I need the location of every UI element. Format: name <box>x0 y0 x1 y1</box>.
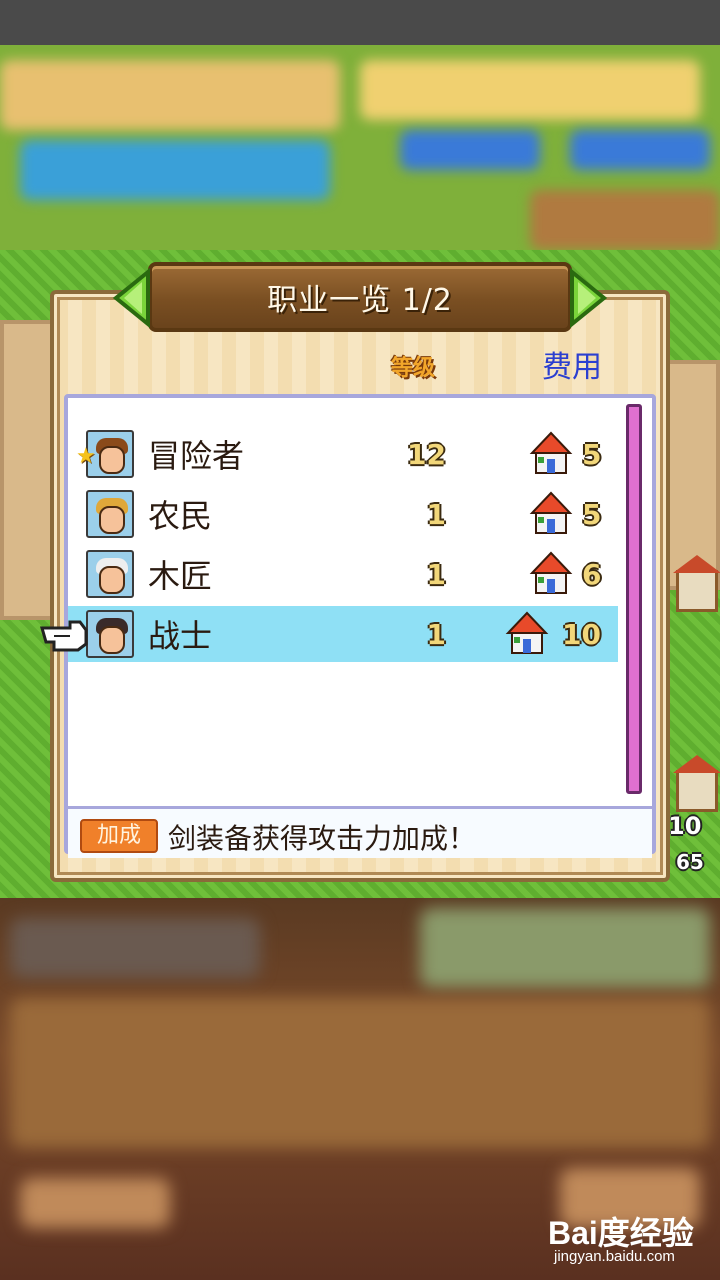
job-cost: 10 <box>562 617 601 651</box>
job-row-farmer[interactable]: 农民 1 5 <box>68 486 618 542</box>
watermark-url: jingyan.baidu.com <box>554 1248 675 1265</box>
job-level: 1 <box>426 557 446 591</box>
house-building <box>673 555 720 612</box>
dialog-title: 职业一览 1/2 <box>267 283 453 318</box>
bonus-info-bar: 加成 剑装备获得攻击力加成！ <box>68 806 652 858</box>
bonus-description: 剑装备获得攻击力加成！ <box>168 822 477 855</box>
bonus-badge: 加成 <box>80 819 158 853</box>
pointing-hand-cursor-icon <box>40 620 88 652</box>
warrior-portrait-icon <box>86 610 134 658</box>
house-cost-icon <box>529 431 573 474</box>
job-row-warrior[interactable]: 战士 1 10 <box>68 606 618 662</box>
job-name: 冒险者 <box>148 437 245 475</box>
job-cost: 6 <box>582 557 602 591</box>
next-page-button[interactable] <box>568 267 608 329</box>
carpenter-portrait-icon <box>86 550 134 598</box>
baidu-jingyan-watermark: Bai度经验 jingyan.baidu.com <box>548 1208 708 1268</box>
previous-page-button[interactable] <box>112 267 152 329</box>
side-counter: 65 <box>676 850 704 874</box>
arrow-right-icon <box>570 267 608 329</box>
house-cost-icon <box>529 551 573 594</box>
farmer-portrait-icon <box>86 490 134 538</box>
column-header-cost: 费用 <box>542 350 602 385</box>
star-icon: ★ <box>76 444 96 469</box>
job-list: ★ 冒险者 12 5 农民 1 5 木匠 1 6 战士 1 10 <box>64 394 656 854</box>
dialog-title-plaque: 职业一览 1/2 <box>148 262 572 332</box>
job-name: 战士 <box>148 617 213 655</box>
job-cost: 5 <box>582 497 602 531</box>
job-level: 12 <box>407 437 446 471</box>
job-row-adventurer[interactable]: ★ 冒险者 12 5 <box>68 426 618 482</box>
blurred-top-background <box>0 0 720 250</box>
job-row-carpenter[interactable]: 木匠 1 6 <box>68 546 618 602</box>
job-name: 农民 <box>148 497 213 535</box>
side-counter: 10 <box>668 812 702 840</box>
job-name: 木匠 <box>148 557 213 595</box>
house-cost-icon <box>505 611 549 654</box>
column-header-level: 等级 <box>390 356 435 381</box>
job-level: 1 <box>426 617 446 651</box>
job-level: 1 <box>426 497 446 531</box>
arrow-left-icon <box>112 267 150 329</box>
job-list-scrollbar[interactable] <box>626 404 642 794</box>
job-cost: 5 <box>582 437 602 471</box>
house-building <box>673 755 720 812</box>
house-cost-icon <box>529 491 573 534</box>
